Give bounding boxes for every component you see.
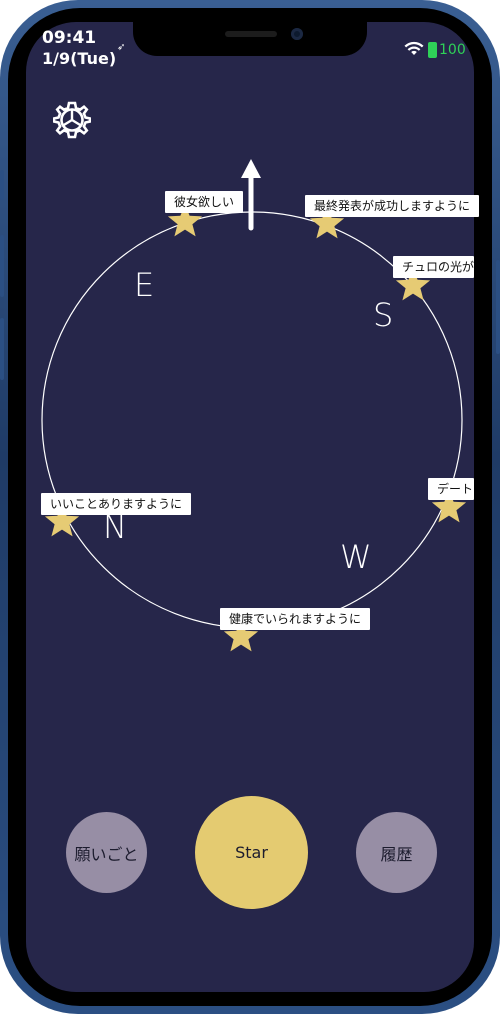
wish-button[interactable]: 願いごと: [66, 812, 147, 893]
star-button[interactable]: Star: [195, 796, 308, 909]
wish-label[interactable]: 健康でいられますように: [220, 608, 371, 630]
direction-south: S: [373, 296, 394, 334]
speaker-grille: [225, 31, 277, 37]
front-camera: [291, 28, 303, 40]
history-button[interactable]: 履歴: [356, 812, 437, 893]
wish-label[interactable]: デート: [428, 478, 474, 500]
wish-label[interactable]: チュロの光が: [393, 256, 474, 278]
notch: [133, 22, 367, 56]
direction-east: E: [134, 266, 155, 304]
heading-arrow-icon: [241, 159, 261, 231]
wish-label[interactable]: いいことありますように: [41, 493, 192, 515]
wish-label[interactable]: 最終発表が成功しますように: [305, 195, 480, 217]
wish-label[interactable]: 彼女欲しい: [165, 191, 244, 213]
direction-west: W: [340, 538, 372, 576]
